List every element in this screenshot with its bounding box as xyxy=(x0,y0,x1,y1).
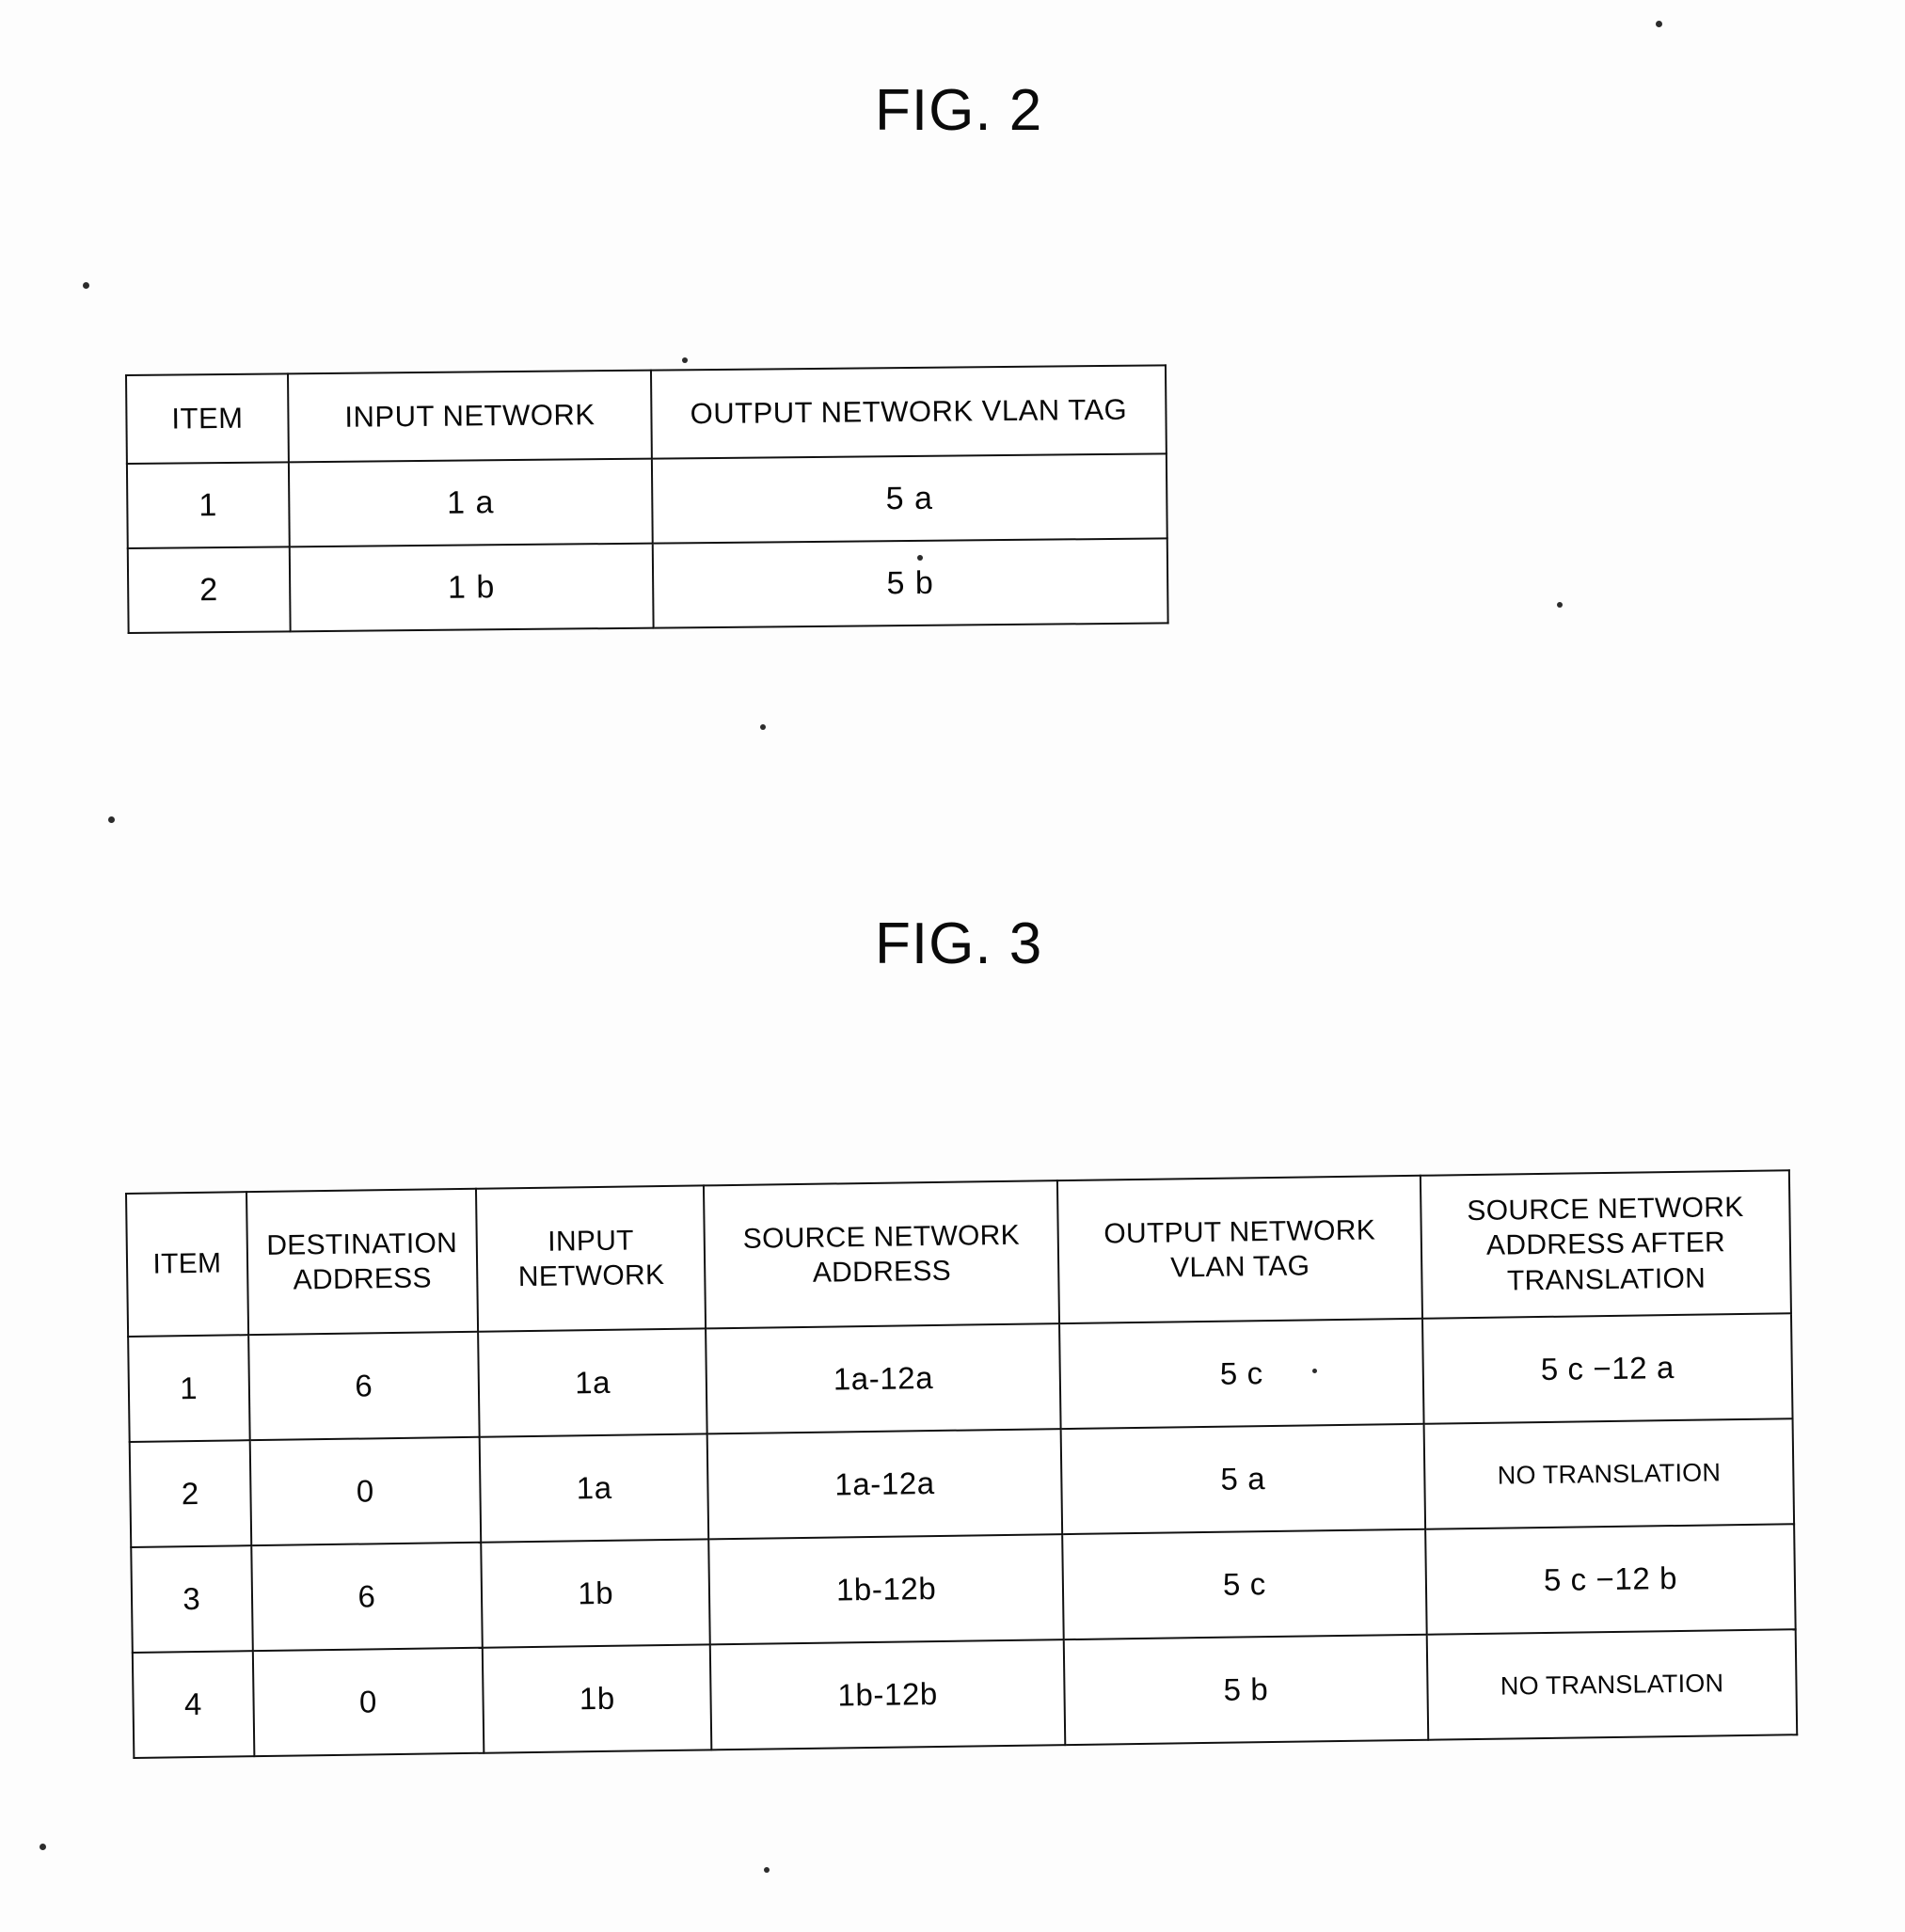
cell-item: 1 xyxy=(128,1335,250,1442)
header-line: ADDRESS AFTER xyxy=(1485,1227,1726,1262)
patent-figure-page: FIG. 2 ITEM INPUT NETWORK OUTPUT NETWORK… xyxy=(0,0,1905,1932)
header-line: ADDRESS xyxy=(293,1262,433,1296)
scan-speckle xyxy=(682,357,688,363)
cell-input-network: 1a xyxy=(479,1433,709,1543)
scan-speckle xyxy=(83,282,89,289)
table-row: 1 1 a 5 a xyxy=(126,453,1167,548)
scan-speckle xyxy=(917,555,923,561)
table-row: 4 0 1b 1b-12b 5 b NO TRANSLATION xyxy=(132,1629,1798,1758)
scan-speckle xyxy=(760,724,766,730)
column-header-destination-address: DESTINATION ADDRESS xyxy=(246,1188,479,1336)
scan-speckle xyxy=(1656,21,1662,27)
header-line: VLAN TAG xyxy=(1169,1250,1310,1284)
cell-input-network: 1 b xyxy=(289,543,654,632)
cell-item: 3 xyxy=(131,1545,253,1653)
header-line: OUTPUT NETWORK xyxy=(1103,1213,1376,1249)
column-header-input-network: INPUT NETWORK xyxy=(288,370,652,463)
cell-input-network: 1a xyxy=(478,1328,708,1437)
cell-output-vlan-tag: 5 a xyxy=(651,453,1167,544)
scan-speckle xyxy=(764,1867,770,1873)
cell-input-network: 1 a xyxy=(288,458,653,547)
figure-2-title: FIG. 2 xyxy=(875,78,1043,143)
column-header-output-network-vlan-tag: OUTPUT NETWORK VLAN TAG xyxy=(650,365,1167,459)
table-row: 2 1 b 5 b xyxy=(127,538,1168,633)
cell-source-address-after-translation: 5 c −12 b xyxy=(1425,1524,1796,1635)
header-line: DESTINATION xyxy=(266,1227,458,1261)
cell-source-address-after-translation: NO TRANSLATION xyxy=(1426,1629,1798,1740)
cell-output-vlan-tag: 5 b xyxy=(1063,1634,1429,1746)
figure-3-table: ITEM DESTINATION ADDRESS INPUT NETWORK S… xyxy=(125,1169,1799,1759)
scan-speckle xyxy=(1312,1369,1317,1373)
cell-destination-address: 0 xyxy=(249,1436,482,1546)
header-line: ADDRESS xyxy=(812,1255,952,1289)
cell-source-address-after-translation: NO TRANSLATION xyxy=(1423,1418,1795,1529)
cell-output-vlan-tag: 5 a xyxy=(1060,1423,1426,1535)
cell-output-vlan-tag: 5 b xyxy=(652,538,1168,628)
cell-source-network-address: 1b-12b xyxy=(710,1639,1066,1750)
table-header-row: ITEM INPUT NETWORK OUTPUT NETWORK VLAN T… xyxy=(126,365,1167,464)
cell-item: 2 xyxy=(127,546,291,633)
column-header-source-network-address: SOURCE NETWORK ADDRESS xyxy=(704,1180,1059,1329)
figure-2-table: ITEM INPUT NETWORK OUTPUT NETWORK VLAN T… xyxy=(125,364,1169,634)
column-header-input-network: INPUT NETWORK xyxy=(476,1185,706,1332)
cell-item: 1 xyxy=(126,462,290,548)
scan-speckle xyxy=(40,1844,46,1850)
header-line: TRANSLATION xyxy=(1506,1262,1707,1297)
scan-speckle xyxy=(108,816,115,823)
cell-source-network-address: 1a-12a xyxy=(706,1323,1061,1434)
column-header-source-network-address-after-translation: SOURCE NETWORK ADDRESS AFTER TRANSLATION xyxy=(1421,1170,1791,1319)
cell-source-network-address: 1a-12a xyxy=(707,1429,1063,1540)
cell-output-vlan-tag: 5 c xyxy=(1062,1528,1427,1640)
cell-destination-address: 6 xyxy=(250,1542,483,1652)
cell-source-network-address: 1b-12b xyxy=(708,1534,1064,1645)
column-header-output-network-vlan-tag: OUTPUT NETWORK VLAN TAG xyxy=(1056,1175,1423,1324)
scan-speckle xyxy=(1557,602,1563,608)
cell-destination-address: 6 xyxy=(247,1331,480,1441)
column-header-item: ITEM xyxy=(126,1192,248,1337)
header-line: INPUT xyxy=(548,1224,635,1258)
cell-output-vlan-tag: 5 c xyxy=(1058,1318,1424,1430)
figure-3-title: FIG. 3 xyxy=(875,911,1043,976)
header-line: ITEM xyxy=(152,1247,222,1280)
table-header-row: ITEM DESTINATION ADDRESS INPUT NETWORK S… xyxy=(126,1170,1791,1337)
cell-source-address-after-translation: 5 c −12 a xyxy=(1422,1313,1793,1424)
cell-input-network: 1b xyxy=(482,1644,712,1753)
cell-input-network: 1b xyxy=(481,1539,711,1648)
cell-destination-address: 0 xyxy=(252,1647,484,1757)
cell-item: 4 xyxy=(132,1651,255,1758)
column-header-item: ITEM xyxy=(126,373,289,464)
cell-item: 2 xyxy=(129,1440,251,1547)
header-line: NETWORK xyxy=(517,1259,665,1293)
header-line: SOURCE NETWORK xyxy=(1467,1191,1744,1227)
header-line: SOURCE NETWORK xyxy=(742,1219,1021,1255)
